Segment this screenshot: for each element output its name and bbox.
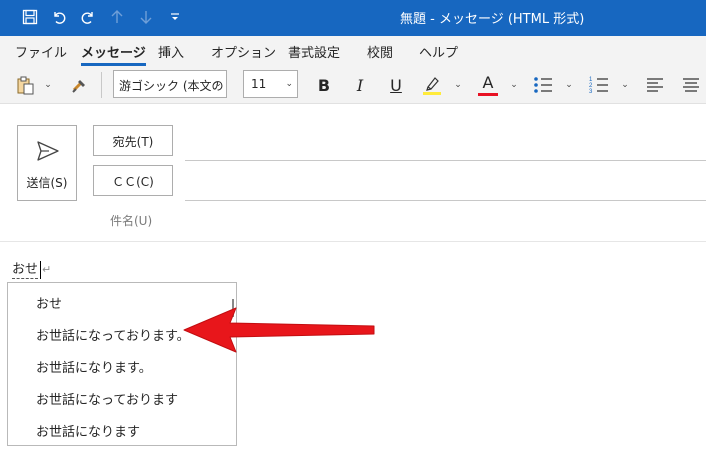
red-arrow-icon bbox=[183, 307, 375, 353]
align-left-icon[interactable] bbox=[643, 72, 667, 98]
ime-candidate-1[interactable]: おせ bbox=[36, 293, 62, 312]
svg-text:3: 3 bbox=[589, 89, 593, 95]
font-size-value: 11 bbox=[251, 77, 267, 91]
font-size-select[interactable]: 11 ⌄ bbox=[243, 70, 298, 98]
font-color-letter: A bbox=[482, 72, 494, 92]
highlight-dropdown-chevron-icon[interactable]: ⌄ bbox=[451, 72, 465, 98]
bold-button[interactable]: B bbox=[312, 72, 336, 98]
redo-icon[interactable] bbox=[77, 6, 99, 28]
send-label: 送信(S) bbox=[26, 176, 68, 190]
font-color-swatch bbox=[478, 92, 498, 96]
bullet-list-icon[interactable] bbox=[531, 72, 555, 98]
font-color-dropdown-chevron-icon[interactable]: ⌄ bbox=[507, 72, 521, 98]
numbered-list-dropdown-chevron-icon[interactable]: ⌄ bbox=[618, 72, 632, 98]
save-icon[interactable] bbox=[19, 6, 41, 28]
customize-toolbar-icon[interactable] bbox=[164, 6, 186, 28]
window-title: 無題 - メッセージ (HTML 形式) bbox=[400, 12, 585, 27]
tab-format[interactable]: 書式設定 bbox=[288, 42, 340, 61]
undo-icon[interactable] bbox=[48, 6, 70, 28]
tab-file[interactable]: ファイル bbox=[15, 42, 67, 61]
ime-candidate-3[interactable]: お世話になります。 bbox=[36, 357, 152, 376]
cc-field[interactable] bbox=[185, 200, 706, 201]
chevron-down-icon: ⌄ bbox=[214, 79, 222, 89]
tab-message[interactable]: メッセージ bbox=[81, 42, 146, 66]
highlight-icon[interactable] bbox=[420, 72, 444, 98]
bullet-list-dropdown-chevron-icon[interactable]: ⌄ bbox=[562, 72, 576, 98]
font-color-button[interactable]: A bbox=[476, 72, 500, 98]
paste-dropdown-chevron-icon[interactable]: ⌄ bbox=[41, 72, 55, 98]
tab-options[interactable]: オプション bbox=[211, 42, 276, 61]
arrow-up-icon[interactable] bbox=[106, 6, 128, 28]
tab-help[interactable]: ヘルプ bbox=[419, 42, 458, 61]
cc-button[interactable]: ＣＣ(C) bbox=[93, 165, 173, 196]
italic-button[interactable]: I bbox=[348, 72, 372, 98]
underline-button[interactable]: U bbox=[384, 72, 408, 98]
tab-review[interactable]: 校閲 bbox=[367, 42, 393, 61]
send-icon bbox=[37, 141, 59, 161]
to-field[interactable] bbox=[185, 160, 706, 161]
ime-candidate-5[interactable]: お世話になります bbox=[36, 421, 140, 440]
paragraph-mark: ↵ bbox=[42, 263, 52, 276]
send-button[interactable]: 送信(S) bbox=[17, 125, 77, 201]
font-name-select[interactable]: 游ゴシック (本文の ⌄ bbox=[113, 70, 227, 98]
tab-insert[interactable]: 挿入 bbox=[158, 42, 184, 61]
text-caret bbox=[40, 261, 41, 279]
font-name-value: 游ゴシック (本文の bbox=[119, 79, 224, 93]
body-composition-text[interactable]: おせ bbox=[12, 262, 39, 279]
ime-candidate-4[interactable]: お世話になっております bbox=[36, 389, 178, 408]
subject-label: 件名(U) bbox=[110, 214, 153, 228]
arrow-down-icon[interactable] bbox=[135, 6, 157, 28]
chevron-down-icon: ⌄ bbox=[285, 79, 293, 89]
ribbon-divider bbox=[101, 72, 102, 98]
align-center-icon[interactable] bbox=[679, 72, 703, 98]
numbered-list-icon[interactable]: 123 bbox=[587, 72, 611, 98]
ime-candidate-2[interactable]: お世話になっております。 bbox=[36, 325, 190, 344]
menu-bar: ファイル メッセージ 挿入 オプション 書式設定 校閲 ヘルプ bbox=[0, 36, 706, 66]
header-divider bbox=[0, 241, 706, 242]
to-button[interactable]: 宛先(T) bbox=[93, 125, 173, 156]
title-bar: 無題 - メッセージ (HTML 形式) bbox=[0, 0, 706, 36]
format-painter-icon[interactable] bbox=[68, 72, 92, 98]
paste-icon[interactable] bbox=[12, 72, 38, 98]
